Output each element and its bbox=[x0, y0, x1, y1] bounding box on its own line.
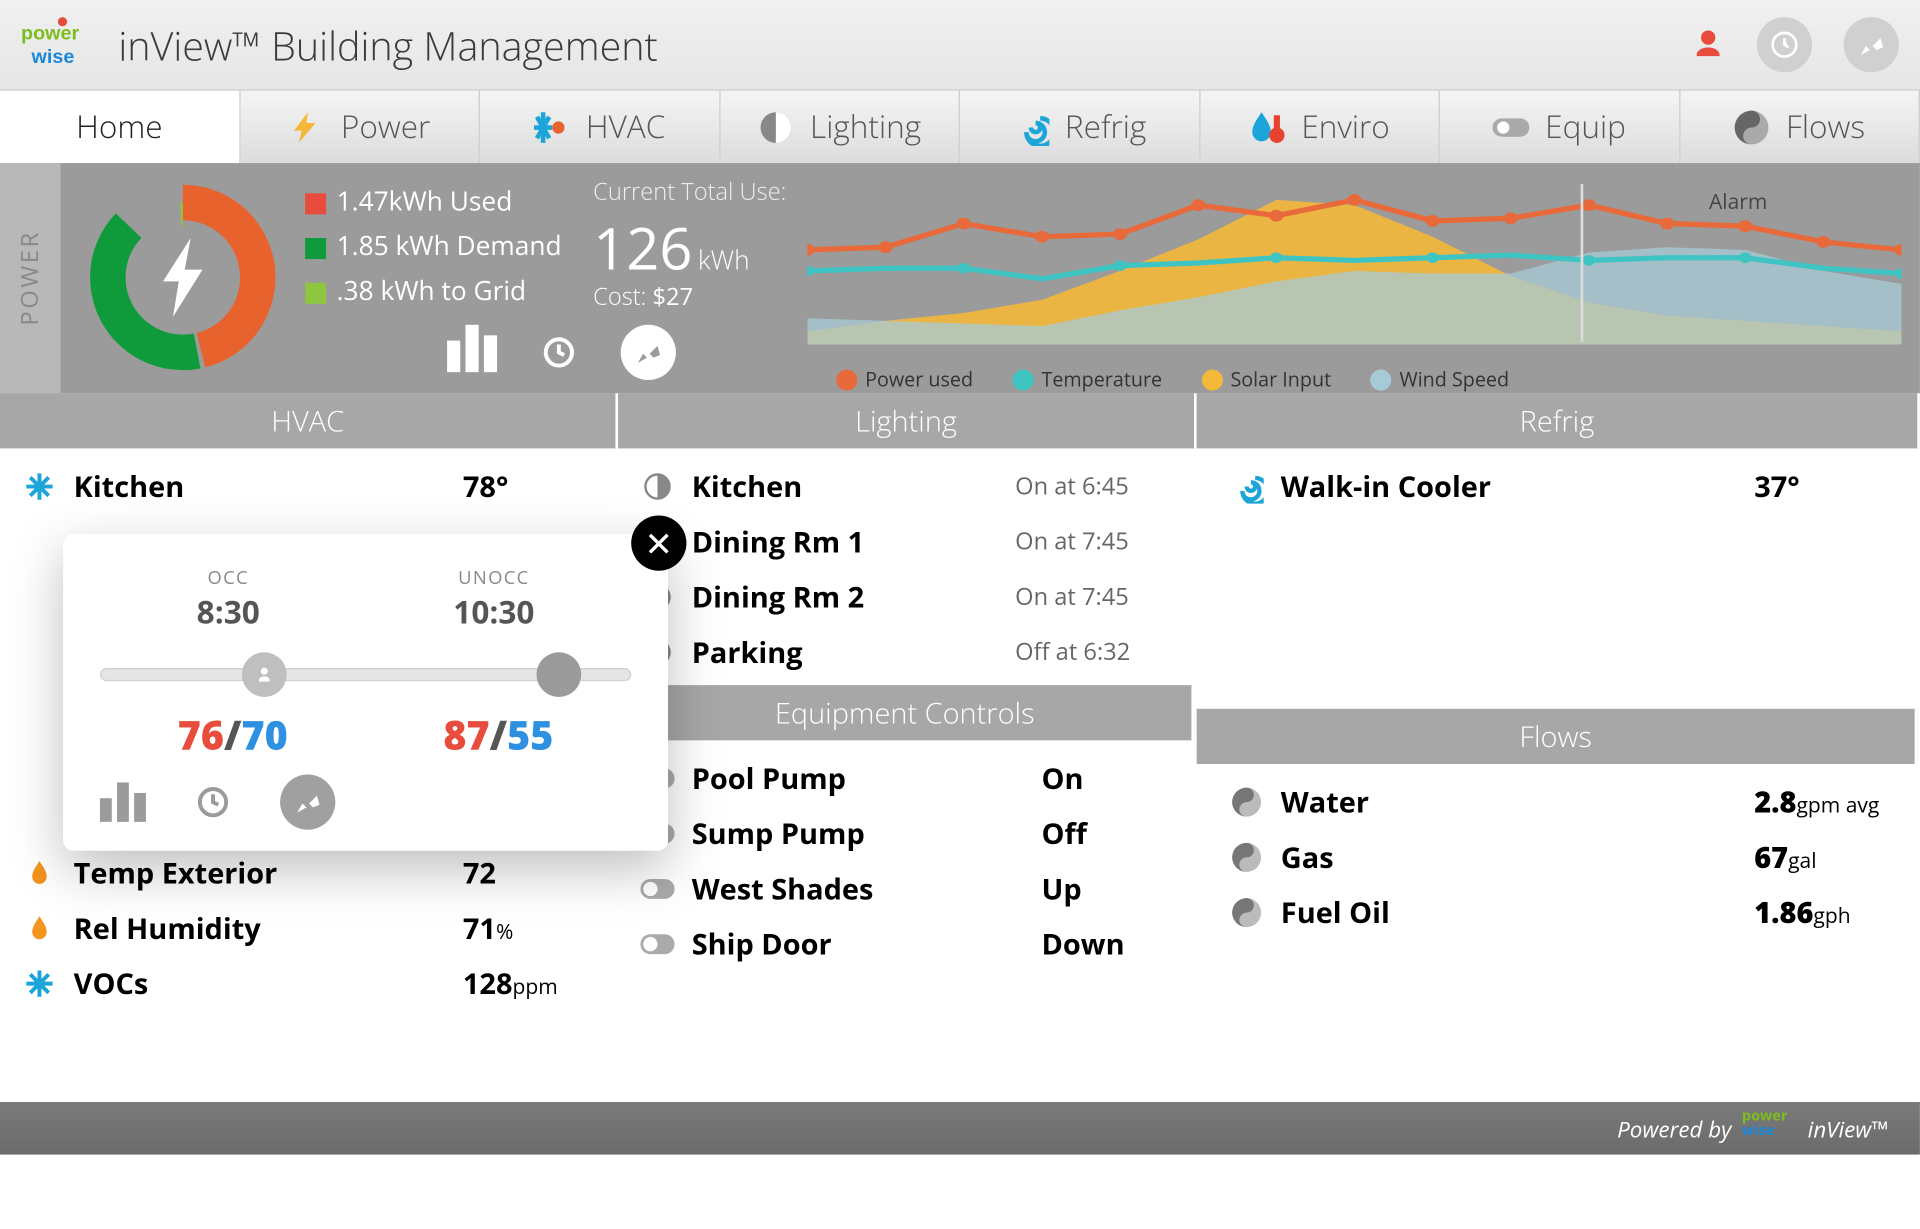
lighting-row[interactable]: Dining Rm 2On at 7:45 bbox=[634, 569, 1178, 624]
unocc-label: UNOCC bbox=[453, 565, 534, 590]
yinyang-icon bbox=[1228, 786, 1265, 818]
occ-time: 8:30 bbox=[197, 590, 260, 633]
spiral-icon bbox=[1012, 108, 1049, 145]
flame-icon bbox=[21, 914, 58, 943]
footer: Powered by powerwise inView™ bbox=[0, 1102, 1920, 1155]
popup-barchart-icon[interactable] bbox=[100, 782, 146, 821]
close-icon[interactable]: ✕ bbox=[631, 515, 686, 570]
popup-wrench-icon[interactable] bbox=[280, 775, 335, 830]
half-circle-icon bbox=[639, 472, 676, 501]
bar-chart-icon[interactable] bbox=[447, 325, 497, 372]
yinyang-icon bbox=[1733, 108, 1770, 145]
flows-row[interactable]: Water2.8gpm avg bbox=[1223, 775, 1891, 830]
hvac-row-relhum[interactable]: Rel Humidity 71% bbox=[16, 901, 600, 956]
unocc-knob[interactable] bbox=[537, 652, 582, 697]
equip-row[interactable]: Pool PumpOn bbox=[634, 751, 1178, 806]
app-title: inView™ Building Management bbox=[118, 18, 657, 72]
power-donut-chart bbox=[84, 179, 281, 376]
lighting-header: Lighting bbox=[618, 393, 1197, 448]
powerwise-logo: powerwise bbox=[21, 17, 92, 72]
flows-header: Flows bbox=[1197, 709, 1918, 764]
tab-power[interactable]: Power bbox=[240, 91, 480, 163]
settings-button[interactable] bbox=[1844, 17, 1899, 72]
hvac-header: HVAC bbox=[0, 393, 618, 448]
lighting-row[interactable]: KitchenOn at 6:45 bbox=[634, 459, 1178, 514]
power-summary: POWER 1.47kWh Used 1.85 kWh Demand .38 k… bbox=[0, 163, 1920, 393]
hvac-schedule-popup: ✕ OCC8:30 UNOCC10:30 76/70 87/55 bbox=[63, 534, 668, 851]
equip-row[interactable]: Sump PumpOff bbox=[634, 806, 1178, 861]
alarm-label: Alarm bbox=[1709, 187, 1767, 216]
spiral-icon bbox=[1228, 469, 1265, 503]
occ-setpoint: 76/70 bbox=[178, 707, 288, 761]
user-icon[interactable] bbox=[1691, 28, 1725, 62]
hvac-row-vocs[interactable]: VOCs 128ppm bbox=[16, 956, 600, 1011]
tab-equip[interactable]: Equip bbox=[1440, 91, 1680, 163]
equip-row[interactable]: West ShadesUp bbox=[634, 861, 1178, 916]
main-tabs: Home Power HVAC Lighting Refrig Enviro E… bbox=[0, 89, 1920, 163]
hvac-icon bbox=[533, 108, 570, 145]
schedule-slider[interactable] bbox=[100, 652, 631, 694]
clock-button[interactable] bbox=[1757, 17, 1812, 72]
lightning-icon bbox=[288, 108, 325, 145]
power-chart: Alarm Power used Temperature Solar Input… bbox=[807, 176, 1901, 393]
switch-icon bbox=[1493, 108, 1530, 145]
tab-enviro[interactable]: Enviro bbox=[1200, 91, 1440, 163]
power-side-label: POWER bbox=[14, 230, 46, 325]
tab-hvac[interactable]: HVAC bbox=[480, 91, 720, 163]
enviro-icon bbox=[1249, 108, 1286, 145]
tab-flows[interactable]: Flows bbox=[1680, 91, 1920, 163]
refrig-row[interactable]: Walk-in Cooler37° bbox=[1223, 459, 1891, 514]
hvac-row-kitchen[interactable]: Kitchen 78° bbox=[16, 459, 600, 514]
equip-header: Equipment Controls bbox=[618, 685, 1194, 740]
tab-refrig[interactable]: Refrig bbox=[960, 91, 1200, 163]
popup-clock-icon[interactable] bbox=[185, 775, 240, 830]
snow-icon bbox=[21, 968, 58, 1000]
flows-row[interactable]: Gas67gal bbox=[1223, 830, 1891, 885]
occ-knob[interactable] bbox=[242, 652, 287, 697]
equip-row[interactable]: Ship DoorDown bbox=[634, 917, 1178, 972]
schedule-icon[interactable] bbox=[531, 325, 586, 380]
flows-row[interactable]: Fuel Oil1.86gph bbox=[1223, 885, 1891, 940]
snow-icon bbox=[21, 471, 58, 503]
tab-home[interactable]: Home bbox=[0, 91, 240, 163]
lighting-row[interactable]: ParkingOff at 6:32 bbox=[634, 625, 1178, 680]
hvac-row-tempext[interactable]: Temp Exterior 72 bbox=[16, 846, 600, 901]
wrench-icon[interactable] bbox=[621, 325, 676, 380]
occ-label: OCC bbox=[197, 565, 260, 590]
tab-lighting[interactable]: Lighting bbox=[720, 91, 960, 163]
refrig-header: Refrig bbox=[1197, 393, 1920, 448]
alarm-line bbox=[1581, 184, 1584, 342]
footer-logo: powerwise bbox=[1742, 1110, 1797, 1147]
flame-icon bbox=[21, 859, 58, 888]
chart-legend: Power used Temperature Solar Input Wind … bbox=[836, 367, 1509, 393]
lighting-row[interactable]: Dining Rm 1On at 7:45 bbox=[634, 514, 1178, 569]
unocc-setpoint: 87/55 bbox=[443, 707, 553, 761]
unocc-time: 10:30 bbox=[453, 590, 534, 633]
lighting-icon bbox=[757, 108, 794, 145]
